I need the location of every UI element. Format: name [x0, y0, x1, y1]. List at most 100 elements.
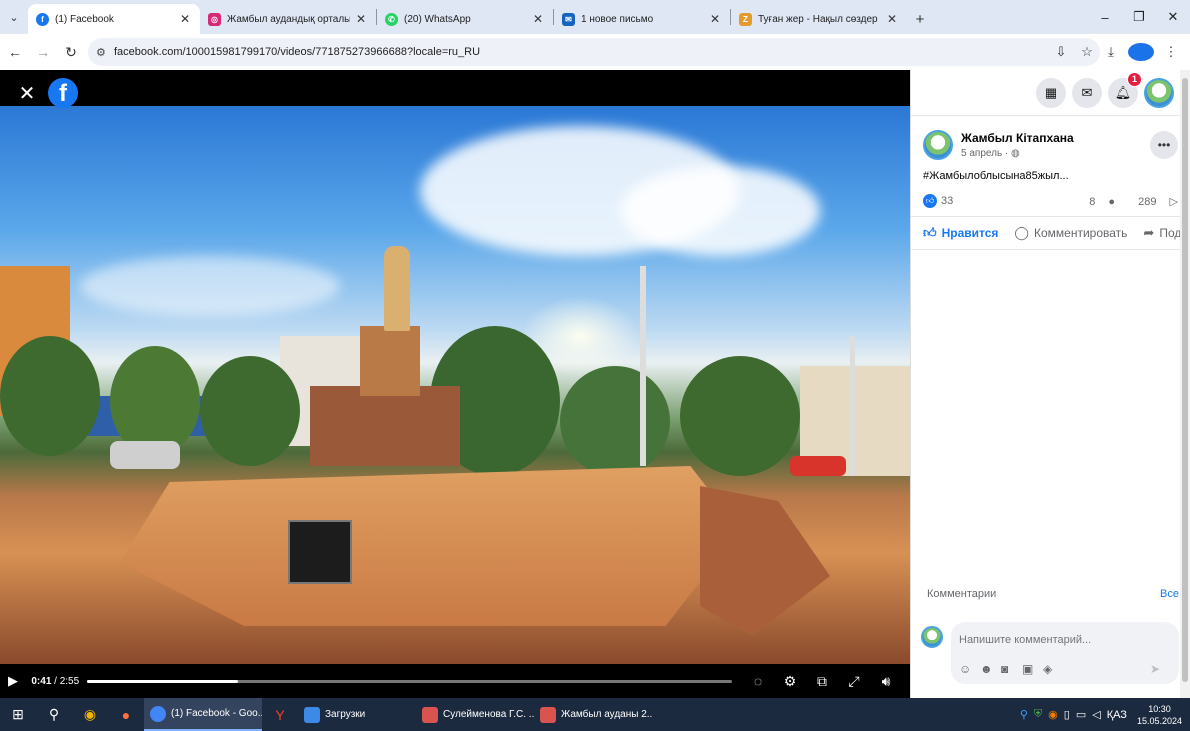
- tab-title: Туған жер - Нақыл сөздер: [758, 13, 878, 25]
- close-icon[interactable]: ✕: [354, 12, 368, 26]
- taskbar-app-downloads[interactable]: Загрузки: [298, 698, 416, 731]
- back-arrow-icon[interactable]: ←: [2, 39, 28, 65]
- seek-bar-fill: [87, 679, 239, 683]
- play-icon[interactable]: ▶: [8, 673, 27, 689]
- video-frame[interactable]: [0, 106, 910, 664]
- close-icon[interactable]: ✕: [178, 12, 192, 26]
- restore-icon[interactable]: ❐: [1122, 0, 1156, 34]
- likes-count[interactable]: 33: [941, 195, 953, 207]
- volume-icon[interactable]: 🔊︎: [870, 673, 902, 690]
- clock-date: 15.05.2024: [1136, 715, 1182, 726]
- notifications-bell-icon[interactable]: 🔔︎ 1: [1108, 71, 1142, 108]
- post-options-icon[interactable]: •••: [1150, 131, 1178, 159]
- comment-button[interactable]: ◯ Комментировать: [1014, 225, 1127, 241]
- tab-mail[interactable]: ✉ 1 новое письмо ✕: [554, 4, 730, 34]
- tab-instagram[interactable]: ◎ Жамбыл аудандық орталық к ✕: [200, 4, 376, 34]
- close-video-icon[interactable]: ✕: [14, 80, 40, 106]
- facebook-logo-icon[interactable]: f: [48, 78, 78, 108]
- window-controls: – ❐ ✕: [1088, 0, 1190, 34]
- seek-bar[interactable]: [87, 679, 732, 683]
- windows-start-icon[interactable]: ⊞: [0, 698, 36, 731]
- page-avatar[interactable]: [923, 130, 953, 160]
- search-icon[interactable]: ⚲: [36, 698, 72, 731]
- close-icon[interactable]: ✕: [531, 12, 545, 26]
- close-icon[interactable]: ✕: [708, 12, 722, 26]
- parked-car: [110, 441, 180, 469]
- floodlight: [288, 520, 352, 584]
- download-icon[interactable]: ⤓: [1098, 44, 1124, 60]
- messenger-icon[interactable]: ✉: [1072, 77, 1102, 108]
- comments-filter-all[interactable]: Все: [1160, 588, 1179, 600]
- share-icon: ➦: [1143, 225, 1155, 240]
- close-icon[interactable]: ✕: [885, 12, 899, 26]
- panel-scrollbar[interactable]: [1180, 70, 1190, 698]
- volume-tray-icon[interactable]: ◁: [1092, 708, 1100, 721]
- language-indicator[interactable]: ҚАЗ: [1107, 709, 1127, 721]
- account-avatar[interactable]: [1144, 77, 1174, 108]
- panel-header: ▦ ✉ 🔔︎ 1: [911, 70, 1190, 116]
- page-name[interactable]: Жамбыл Кітапхана: [961, 131, 1150, 145]
- menu-dots-icon[interactable]: ⋮: [1158, 44, 1184, 60]
- whatsapp-icon: ✆: [385, 12, 398, 26]
- site-settings-icon[interactable]: ⚙: [96, 46, 114, 59]
- like-button[interactable]: 👍︎ Нравится: [923, 225, 998, 241]
- tree-shape: [110, 346, 200, 456]
- video-player[interactable]: ✕ f ▶ 0:41 / 2:55 ◌ ⚙ ⧉ ⤢ 🔊︎: [0, 70, 910, 698]
- network-icon[interactable]: ▭: [1076, 708, 1086, 721]
- video-controls: ▶ 0:41 / 2:55 ◌ ⚙ ⧉ ⤢ 🔊︎: [0, 666, 910, 696]
- taskbar-app-document-2[interactable]: Жамбыл ауданы 2...: [534, 698, 652, 731]
- video-time: 0:41 / 2:55: [31, 675, 80, 687]
- monument-column: [360, 326, 420, 396]
- avast-tray-icon[interactable]: ◉: [1048, 708, 1058, 721]
- menu-grid-icon[interactable]: ▦: [1036, 77, 1066, 108]
- firefox-icon[interactable]: ●: [108, 698, 144, 731]
- sticker-icon[interactable]: ◈: [1043, 662, 1064, 676]
- install-app-icon[interactable]: ⇩: [1048, 44, 1074, 60]
- tab-whatsapp[interactable]: ✆ (20) WhatsApp ✕: [377, 4, 553, 34]
- post-date[interactable]: 5 апрель · ◍: [961, 148, 1150, 159]
- location-pin-icon[interactable]: ⚲: [1020, 708, 1028, 721]
- scrollbar-thumb[interactable]: [1182, 78, 1188, 682]
- camera-icon[interactable]: ◙: [1001, 662, 1022, 676]
- taskbar-app-label: Жамбыл ауданы 2...: [561, 709, 652, 720]
- omnibox[interactable]: ⚙ facebook.com/100015981799170/videos/77…: [88, 38, 1100, 66]
- tab-facebook[interactable]: f (1) Facebook ✕: [28, 4, 200, 34]
- tab-search-chevron-icon[interactable]: ⌄: [0, 0, 28, 34]
- battery-icon[interactable]: ▯: [1064, 708, 1070, 721]
- taskbar-app-label: Загрузки: [325, 709, 366, 720]
- comments-title: Комментарии: [927, 588, 997, 600]
- settings-gear-icon[interactable]: ⚙: [774, 673, 806, 690]
- commenter-avatar[interactable]: [921, 626, 943, 648]
- avast-icon[interactable]: ◉: [72, 698, 108, 731]
- yandex-icon[interactable]: Y: [262, 698, 298, 731]
- comment-input-wrapper[interactable]: ☺ ☻ ◙ ▣ ◈ ➤: [951, 622, 1179, 684]
- emoji-icon[interactable]: ☻: [980, 662, 1001, 676]
- profile-avatar-icon[interactable]: [1128, 43, 1154, 61]
- like-label: Нравится: [941, 226, 999, 240]
- tab-naqyl[interactable]: Z Туған жер - Нақыл сөздер ✕: [731, 4, 907, 34]
- reload-icon[interactable]: ↻: [58, 39, 84, 65]
- fullscreen-icon[interactable]: ⤢: [838, 673, 870, 690]
- send-icon[interactable]: ➤: [1150, 662, 1171, 676]
- url-text[interactable]: facebook.com/100015981799170/videos/7718…: [114, 46, 1048, 58]
- download-folder-icon: [304, 706, 320, 723]
- comments-count[interactable]: 8 ●: [1079, 196, 1115, 208]
- shield-icon[interactable]: ⛨: [1034, 708, 1042, 721]
- picture-in-picture-icon[interactable]: ⧉: [806, 673, 838, 690]
- views-count[interactable]: 289 ▷: [1128, 196, 1178, 208]
- bookmark-star-icon[interactable]: ☆: [1074, 44, 1100, 60]
- chrome-icon: [150, 705, 166, 722]
- captions-icon[interactable]: ◌: [742, 673, 774, 690]
- taskbar-app-document-1[interactable]: Сулейменова Г.С. ...: [416, 698, 534, 731]
- comment-input[interactable]: [959, 634, 1171, 646]
- clock[interactable]: 10:30 15.05.2024: [1137, 703, 1182, 727]
- tree-shape: [200, 356, 300, 466]
- close-window-icon[interactable]: ✕: [1156, 0, 1190, 34]
- minimize-icon[interactable]: –: [1088, 0, 1122, 34]
- gif-icon[interactable]: ▣: [1022, 662, 1043, 676]
- views-count-value: 289: [1138, 195, 1157, 208]
- taskbar-app-chrome[interactable]: (1) Facebook - Goo...: [144, 698, 262, 731]
- avatar-sticker-icon[interactable]: ☺: [959, 662, 980, 676]
- new-tab-button[interactable]: +: [907, 4, 933, 34]
- forward-arrow-icon[interactable]: →: [30, 39, 56, 65]
